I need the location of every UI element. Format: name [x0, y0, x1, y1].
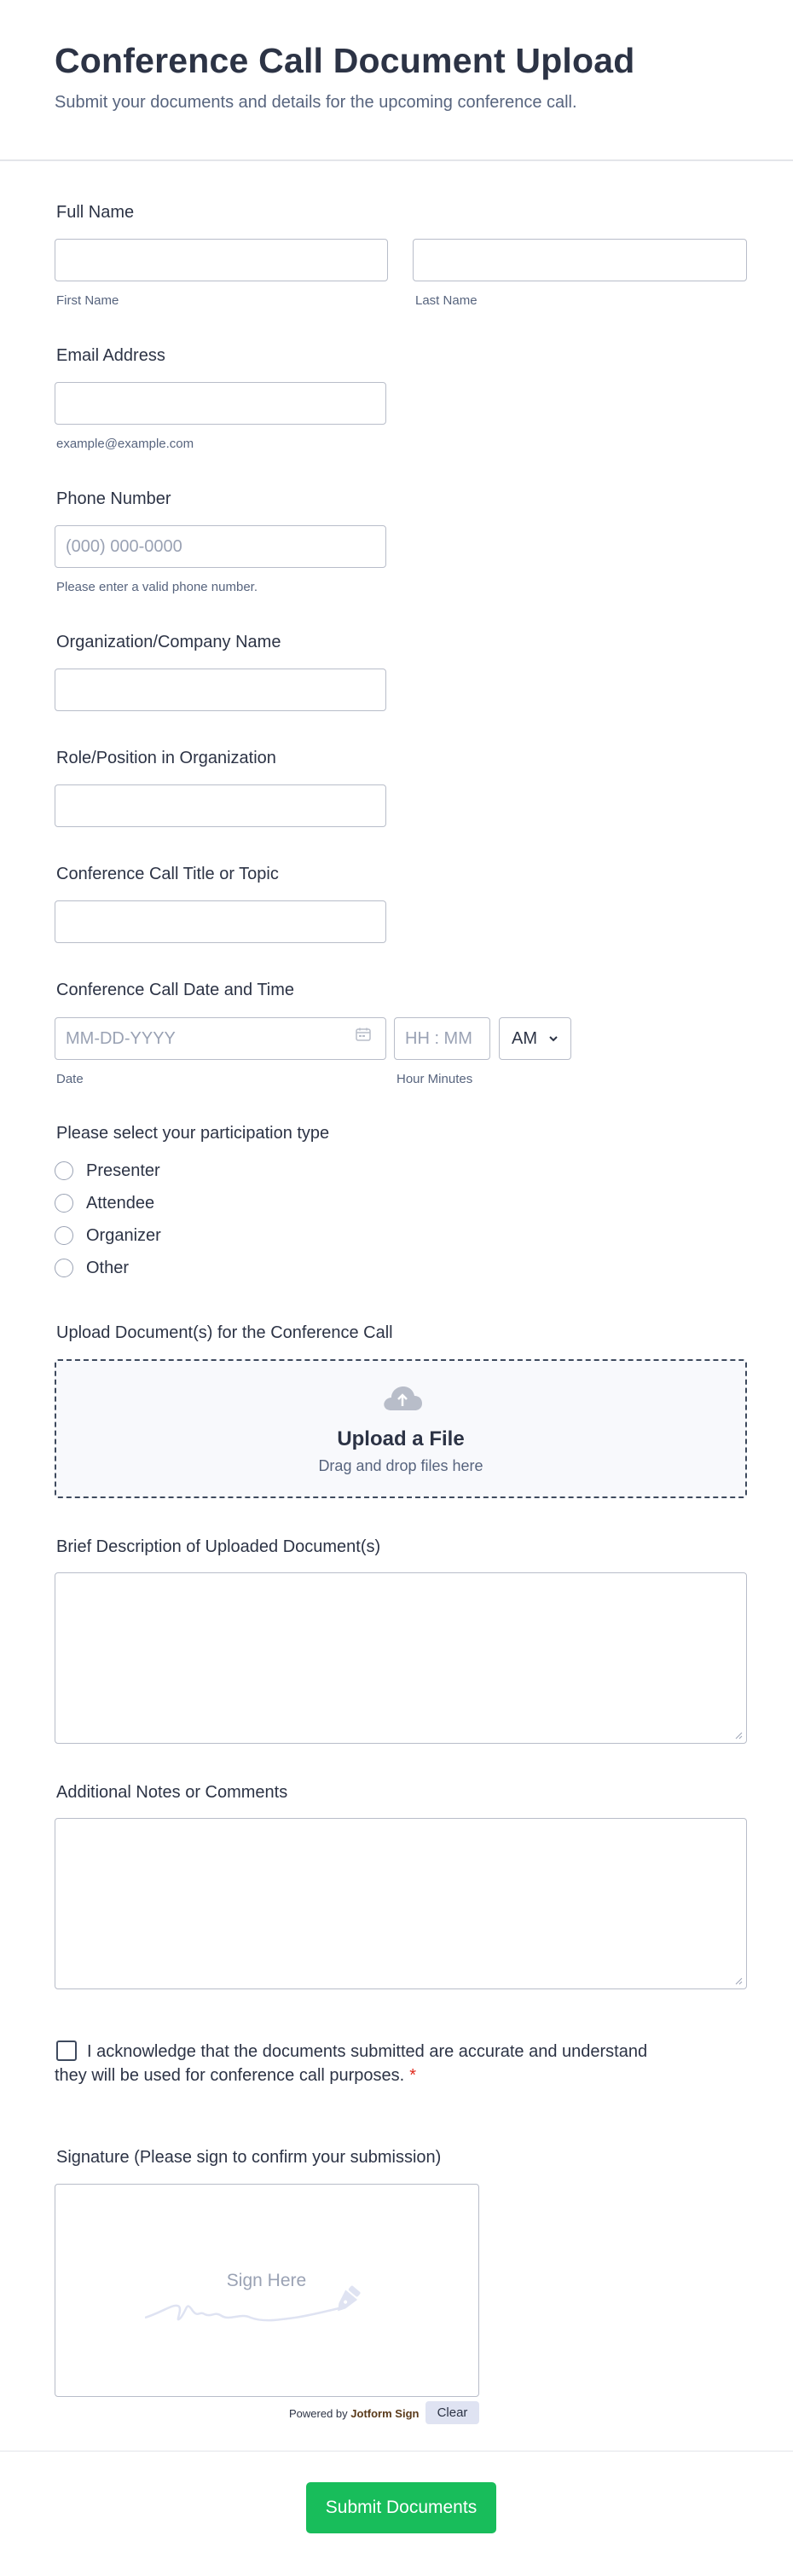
clear-signature-button[interactable]: Clear [425, 2401, 479, 2424]
notes-label: Additional Notes or Comments [56, 1783, 288, 1802]
resize-grip-icon[interactable] [734, 1977, 743, 1985]
time-sublabel: Hour Minutes [396, 1072, 473, 1086]
role-input[interactable] [55, 784, 386, 827]
ampm-value: AM [512, 1029, 537, 1048]
role-label: Role/Position in Organization [56, 749, 276, 767]
file-upload-dropzone[interactable]: Upload a File Drag and drop files here [55, 1359, 747, 1498]
topic-input[interactable] [55, 900, 386, 943]
form-subtitle: Submit your documents and details for th… [55, 93, 577, 112]
radio-label: Organizer [86, 1226, 161, 1245]
topic-label: Conference Call Title or Topic [56, 865, 279, 883]
resize-grip-icon[interactable] [734, 1731, 743, 1740]
upload-title: Upload a File [337, 1427, 465, 1450]
radio-circle[interactable] [55, 1259, 73, 1277]
description-textarea[interactable] [55, 1572, 747, 1744]
powered-brand: Jotform Sign [350, 2407, 420, 2420]
phone-input[interactable] [55, 525, 386, 568]
full-name-label: Full Name [56, 203, 135, 222]
powered-by-text: Powered by Jotform Sign [289, 2407, 419, 2420]
chevron-down-icon [549, 1036, 558, 1042]
email-sublabel: example@example.com [56, 437, 194, 451]
radio-label: Attendee [86, 1194, 155, 1213]
submit-button[interactable]: Submit Documents [306, 2482, 496, 2533]
powered-prefix: Powered by [289, 2407, 348, 2420]
time-input[interactable] [394, 1017, 490, 1060]
phone-sublabel: Please enter a valid phone number. [56, 580, 258, 594]
notes-textarea[interactable] [55, 1818, 747, 1989]
signature-label: Signature (Please sign to confirm your s… [56, 2148, 442, 2167]
organization-label: Organization/Company Name [56, 633, 281, 651]
email-input[interactable] [55, 382, 386, 425]
form-title: Conference Call Document Upload [55, 41, 635, 80]
radio-label: Presenter [86, 1161, 160, 1180]
radio-circle[interactable] [55, 1161, 73, 1180]
email-label: Email Address [56, 346, 165, 365]
participation-label: Please select your participation type [56, 1124, 330, 1143]
cloud-upload-icon [384, 1386, 422, 1410]
footer-divider [0, 2451, 793, 2452]
required-mark: * [409, 2066, 417, 2085]
datetime-label: Conference Call Date and Time [56, 981, 295, 999]
phone-label: Phone Number [56, 489, 171, 508]
radio-circle[interactable] [55, 1194, 73, 1213]
ampm-select[interactable]: AM [499, 1017, 571, 1060]
first-name-sublabel: First Name [56, 293, 119, 308]
sign-here-placeholder: Sign Here [226, 2271, 307, 2290]
last-name-input[interactable] [413, 239, 747, 281]
last-name-sublabel: Last Name [415, 293, 478, 308]
upload-label: Upload Document(s) for the Conference Ca… [56, 1323, 393, 1342]
radio-circle[interactable] [55, 1226, 73, 1245]
calendar-icon[interactable] [356, 1028, 371, 1041]
radio-label: Other [86, 1259, 130, 1277]
date-sublabel: Date [56, 1072, 84, 1086]
organization-input[interactable] [55, 669, 386, 711]
acknowledge-label: I acknowledge that the documents submitt… [55, 2042, 648, 2085]
description-label: Brief Description of Uploaded Document(s… [56, 1537, 381, 1556]
first-name-input[interactable] [55, 239, 388, 281]
form-header: Conference Call Document Upload Submit y… [0, 0, 793, 161]
date-input[interactable] [55, 1017, 386, 1060]
upload-subtitle: Drag and drop files here [318, 1457, 483, 1474]
signature-pad[interactable]: Sign Here [55, 2184, 479, 2397]
acknowledge-text: I acknowledge that the documents submitt… [55, 2040, 651, 2087]
